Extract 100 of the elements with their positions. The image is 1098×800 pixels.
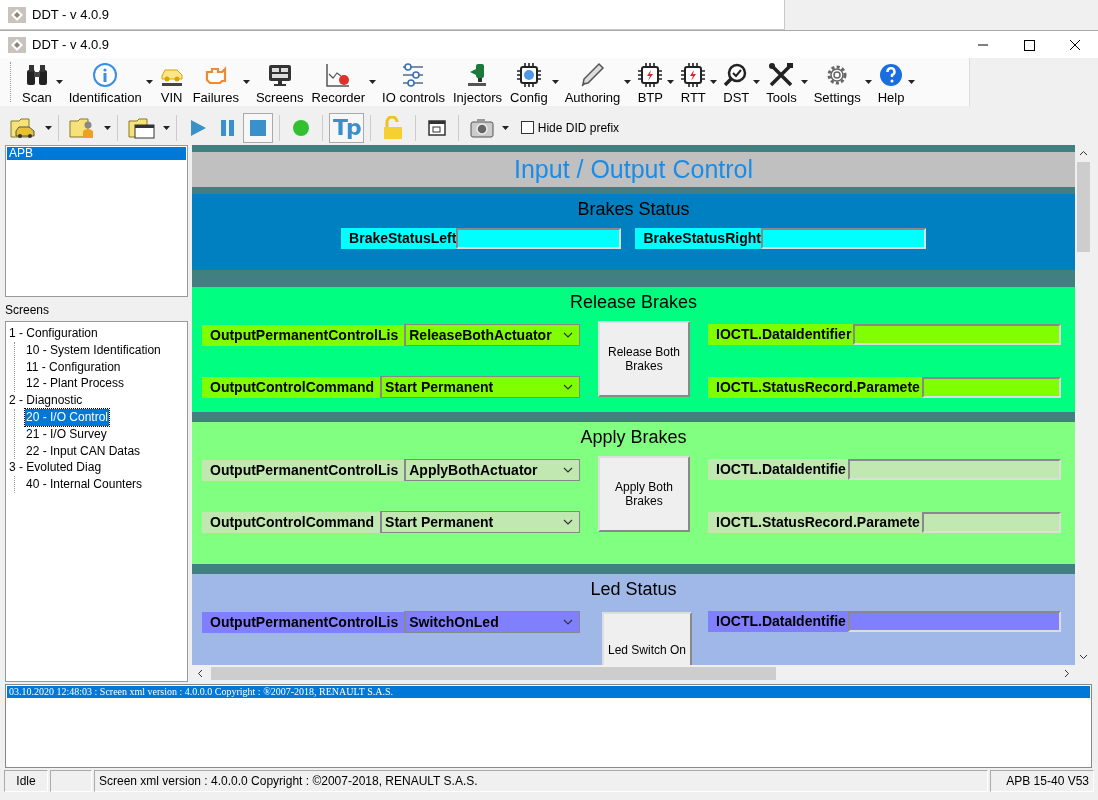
chart-icon bbox=[325, 62, 352, 88]
log-entry[interactable]: 03.10.2020 12:48:03 : Screen xml version : 4.0.0.0 Copyright : ®2007-2018, RENAULT S.A.S. bbox=[7, 686, 1090, 698]
action-button[interactable]: Apply Both Brakes bbox=[598, 456, 690, 532]
field-label: OutputPermanentControlLis bbox=[202, 324, 405, 346]
window-folder-icon bbox=[128, 115, 156, 140]
chevron-icon bbox=[563, 384, 573, 390]
section-title: Release Brakes bbox=[569, 291, 698, 314]
status-text: Idle bbox=[4, 770, 48, 792]
scrollbar-thumb[interactable] bbox=[1077, 162, 1090, 252]
field-label: OutputPermanentControlLis bbox=[202, 611, 405, 633]
toolbar-button[interactable]: Tools bbox=[762, 58, 801, 105]
field-label: BrakeStatusRight bbox=[635, 228, 761, 249]
tree-item[interactable]: 21 - I/O Survey bbox=[25, 425, 108, 443]
field-label: OutputPermanentControlLis bbox=[202, 459, 405, 481]
scrollbar-thumb[interactable] bbox=[211, 667, 776, 680]
toolbar-button[interactable]: Settings bbox=[809, 58, 865, 105]
action-button[interactable]: Release Both Brakes bbox=[598, 321, 690, 397]
caret-icon[interactable] bbox=[369, 80, 377, 84]
toolbar-button[interactable]: Recorder bbox=[307, 58, 370, 105]
caret-icon[interactable] bbox=[104, 125, 111, 130]
tree-item[interactable]: 22 - Input CAN Datas bbox=[25, 442, 142, 460]
toolbar-button[interactable]: VIN bbox=[154, 58, 189, 105]
caret-icon[interactable] bbox=[710, 80, 718, 84]
status-message: Screen xml version : 4.0.0.0 Copyright : ©2007-2018, RENAULT S.A.S. bbox=[94, 770, 988, 792]
section-title: Brakes Status bbox=[577, 198, 690, 221]
caret-icon[interactable] bbox=[667, 80, 675, 84]
monitor-icon bbox=[266, 62, 293, 88]
action-button[interactable]: Led Switch On bbox=[602, 612, 692, 665]
tree-item[interactable]: 40 - Internal Counters bbox=[25, 476, 144, 493]
toolbar-button[interactable]: IO controls bbox=[378, 58, 449, 105]
dropdown[interactable]: SwitchOnLed bbox=[404, 611, 580, 633]
chevron-icon bbox=[563, 519, 573, 525]
app-logo-icon bbox=[8, 6, 26, 23]
tree-item[interactable]: 20 - I/O Control bbox=[25, 409, 110, 426]
toolbar-button[interactable]: DST bbox=[719, 58, 754, 105]
tree-item[interactable]: 11 - Configuration bbox=[25, 358, 122, 376]
window-title: DDT - v 4.0.9 bbox=[32, 7, 110, 22]
toolbar-button[interactable]: Scan bbox=[18, 58, 56, 105]
toolbar-button[interactable]: Failures bbox=[188, 58, 243, 105]
toolbar-button[interactable]: Identification bbox=[64, 58, 146, 105]
car-folder-icon bbox=[10, 115, 38, 140]
value-field[interactable] bbox=[847, 611, 1061, 632]
field-label: IOCTL.StatusRecord.Paramete bbox=[708, 512, 922, 533]
dropdown[interactable]: ApplyBothActuator bbox=[404, 459, 580, 481]
value-field[interactable] bbox=[921, 512, 1061, 533]
toolbar-button[interactable]: Help bbox=[873, 58, 909, 105]
stop-icon bbox=[248, 117, 268, 138]
caret-icon[interactable] bbox=[55, 80, 63, 84]
play-icon bbox=[188, 117, 208, 138]
field-label: OutputControlCommand bbox=[202, 376, 381, 398]
tree-item[interactable]: 2 - Diagnostic bbox=[8, 392, 84, 409]
toolbar-button[interactable]: Screens bbox=[251, 58, 308, 105]
dropdown[interactable]: ReleaseBothActuator bbox=[404, 324, 580, 346]
value-field[interactable] bbox=[456, 228, 622, 249]
value-field[interactable] bbox=[847, 459, 1061, 480]
field-label: IOCTL.DataIdentifie bbox=[708, 611, 848, 632]
screen-title: Input / Output Control bbox=[192, 152, 1075, 187]
tree-item[interactable]: 3 - Evoluted Diag bbox=[8, 459, 103, 477]
app-logo-icon bbox=[8, 36, 26, 53]
toolbar-button[interactable]: Injectors bbox=[448, 58, 507, 105]
toolbar-button[interactable]: Config bbox=[506, 58, 552, 105]
field-label: OutputControlCommand bbox=[202, 511, 381, 533]
value-field[interactable] bbox=[853, 324, 1061, 345]
hide-did-prefix-checkbox[interactable]: Hide DID prefix bbox=[520, 120, 620, 135]
field-label: IOCTL.DataIdentifier bbox=[708, 324, 854, 345]
screens-label: Screens bbox=[5, 303, 51, 317]
field-label: IOCTL.StatusRecord.Paramete bbox=[708, 377, 922, 398]
ecu-item[interactable]: APB bbox=[7, 147, 186, 160]
section-title: Apply Brakes bbox=[580, 426, 687, 449]
caret-icon[interactable] bbox=[624, 80, 632, 84]
dropdown[interactable]: Start Permanent bbox=[380, 376, 580, 398]
field-label: IOCTL.DataIdentifie bbox=[708, 459, 848, 480]
caret-icon[interactable] bbox=[551, 80, 559, 84]
caret-icon[interactable] bbox=[753, 80, 761, 84]
toolbar-button[interactable]: Authoring bbox=[560, 58, 625, 105]
caret-icon[interactable] bbox=[501, 125, 509, 130]
chevron-icon bbox=[563, 332, 573, 338]
tree-item[interactable]: 1 - Configuration bbox=[8, 325, 99, 342]
caret-icon[interactable] bbox=[163, 125, 170, 130]
caret-icon[interactable] bbox=[908, 80, 916, 84]
toolbar-button[interactable]: BTP bbox=[633, 58, 668, 105]
caret-icon[interactable] bbox=[45, 125, 52, 130]
caret-icon[interactable] bbox=[145, 80, 153, 84]
window-icon bbox=[426, 117, 447, 138]
value-field[interactable] bbox=[760, 228, 926, 249]
stop-button[interactable] bbox=[243, 112, 273, 143]
help-icon bbox=[878, 62, 904, 88]
tree-item[interactable]: 10 - System Identification bbox=[25, 341, 162, 359]
dropdown[interactable]: Start Permanent bbox=[380, 511, 580, 533]
chevron-icon bbox=[563, 467, 573, 473]
ecu-version: APB 15-40 V53 bbox=[990, 770, 1094, 792]
caret-icon[interactable] bbox=[800, 80, 808, 84]
toolbar-button[interactable]: RTT bbox=[676, 58, 711, 105]
caret-icon[interactable] bbox=[864, 80, 872, 84]
tools-icon bbox=[768, 62, 795, 88]
tree-item[interactable]: 12 - Plant Process bbox=[25, 375, 126, 393]
window-title: DDT - v 4.0.9 bbox=[32, 37, 111, 52]
info-icon bbox=[92, 62, 119, 88]
caret-icon[interactable] bbox=[242, 80, 250, 84]
value-field[interactable] bbox=[921, 377, 1061, 398]
